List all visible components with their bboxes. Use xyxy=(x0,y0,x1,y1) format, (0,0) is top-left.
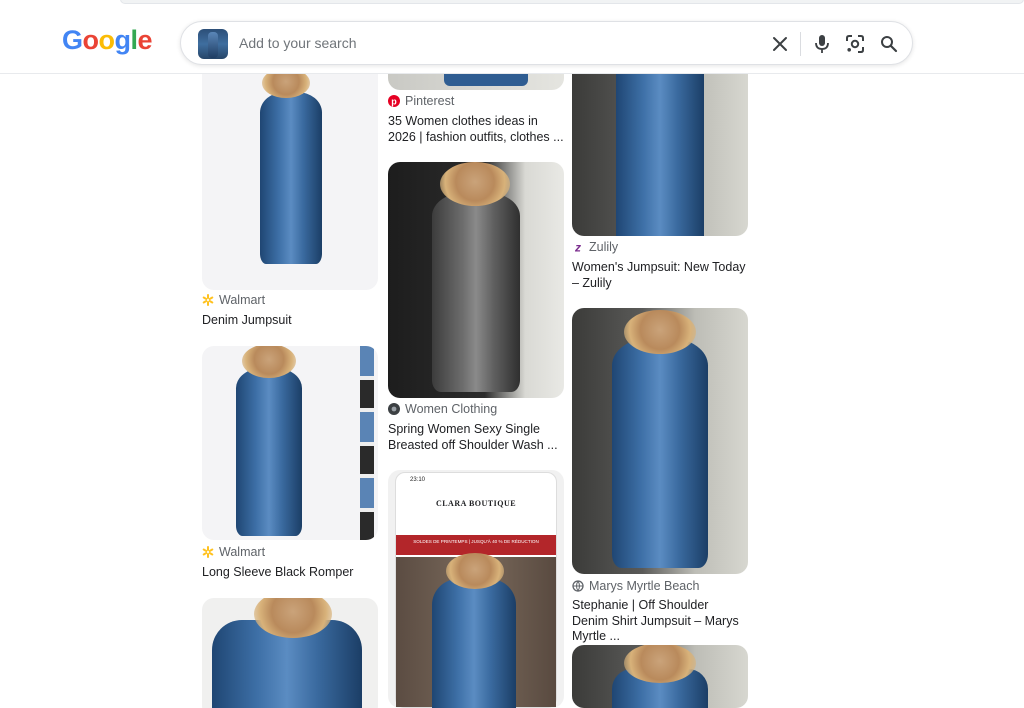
source-name: Marys Myrtle Beach xyxy=(589,579,700,593)
svg-text:z: z xyxy=(574,241,581,253)
result-card[interactable]: Marys Myrtle Beach Stephanie | Off Shoul… xyxy=(572,308,748,643)
result-image[interactable] xyxy=(572,645,748,708)
walmart-spark-icon xyxy=(202,546,214,558)
result-card[interactable] xyxy=(572,645,748,708)
result-title[interactable]: Stephanie | Off Shoulder Denim Shirt Jum… xyxy=(572,598,748,645)
results-column-1: Walmart Denim Jumpsuit Walmart Long Slee… xyxy=(202,74,378,708)
svg-text:p: p xyxy=(391,97,397,107)
result-title[interactable]: 35 Women clothes ideas in 2026 | fashion… xyxy=(388,114,564,145)
search-header: Google Add to your search xyxy=(0,8,1024,74)
result-card[interactable]: 23:10 CLARA BOUTIQUE SOLDES DE PRINTEMPS… xyxy=(388,470,564,708)
phone-screenshot: 23:10 CLARA BOUTIQUE SOLDES DE PRINTEMPS… xyxy=(395,472,557,708)
result-image[interactable] xyxy=(202,598,378,708)
source-name: Pinterest xyxy=(405,94,455,108)
walmart-spark-icon xyxy=(202,294,214,306)
result-title[interactable]: Denim Jumpsuit xyxy=(202,313,378,329)
results-column-2: p Pinterest 35 Women clothes ideas in 20… xyxy=(388,74,564,708)
source-name: Walmart xyxy=(219,293,266,307)
result-source[interactable]: p Pinterest xyxy=(388,94,454,108)
pinterest-icon: p xyxy=(388,95,400,107)
result-card[interactable]: p Pinterest 35 Women clothes ideas in 20… xyxy=(388,74,564,144)
logo-letter: G xyxy=(62,25,83,55)
phone-time: 23:10 xyxy=(410,477,426,483)
result-card[interactable]: Walmart Denim Jumpsuit xyxy=(202,74,378,327)
logo-letter: o xyxy=(82,25,100,55)
search-icon[interactable] xyxy=(878,33,900,55)
browser-top-strip xyxy=(0,0,1024,8)
sale-banner: SOLDES DE PRINTEMPS | JUSQU'À 40 % DE RÉ… xyxy=(396,535,556,555)
source-name: Women Clothing xyxy=(405,402,498,416)
lens-icon[interactable] xyxy=(844,33,866,55)
result-title[interactable]: Spring Women Sexy Single Breasted off Sh… xyxy=(388,422,564,453)
logo-letter: e xyxy=(137,25,153,55)
result-card[interactable]: Women Clothing Spring Women Sexy Single … xyxy=(388,162,564,452)
image-query-thumbnail[interactable] xyxy=(198,29,228,59)
search-input[interactable]: Add to your search xyxy=(239,35,357,51)
search-divider xyxy=(800,32,801,56)
result-card[interactable]: Walmart Long Sleeve Black Romper xyxy=(202,346,378,579)
close-icon[interactable] xyxy=(769,33,791,55)
address-bar-edge xyxy=(120,0,1024,4)
zulily-icon: z xyxy=(572,241,584,253)
source-name: Zulily xyxy=(589,240,619,254)
result-source[interactable]: z Zulily xyxy=(572,240,618,254)
logo-letter: g xyxy=(114,25,132,55)
result-image[interactable]: 23:10 CLARA BOUTIQUE SOLDES DE PRINTEMPS… xyxy=(388,470,564,708)
mic-icon[interactable] xyxy=(811,33,833,55)
result-image[interactable] xyxy=(572,74,748,236)
result-source[interactable]: Marys Myrtle Beach xyxy=(572,579,699,593)
result-source[interactable]: Walmart xyxy=(202,293,265,307)
result-card[interactable] xyxy=(202,598,378,708)
result-card[interactable]: z Zulily Women's Jumpsuit: New Today – Z… xyxy=(572,74,748,290)
result-source[interactable]: Women Clothing xyxy=(388,402,497,416)
result-image[interactable] xyxy=(388,74,564,90)
result-title[interactable]: Long Sleeve Black Romper xyxy=(202,565,378,581)
shop-name: CLARA BOUTIQUE xyxy=(435,499,517,508)
logo-letter: l xyxy=(130,25,139,55)
result-image[interactable] xyxy=(202,74,378,290)
globe-icon xyxy=(572,580,584,592)
result-image[interactable] xyxy=(202,346,378,540)
logo-letter: o xyxy=(98,25,116,55)
search-box[interactable]: Add to your search xyxy=(180,21,913,65)
result-source[interactable]: Walmart xyxy=(202,545,265,559)
source-name: Walmart xyxy=(219,545,266,559)
results-column-3: z Zulily Women's Jumpsuit: New Today – Z… xyxy=(572,74,748,708)
site-icon xyxy=(388,403,400,415)
google-logo[interactable]: Google xyxy=(62,25,153,56)
result-image[interactable] xyxy=(572,308,748,574)
result-image[interactable] xyxy=(388,162,564,398)
result-title[interactable]: Women's Jumpsuit: New Today – Zulily xyxy=(572,260,748,291)
